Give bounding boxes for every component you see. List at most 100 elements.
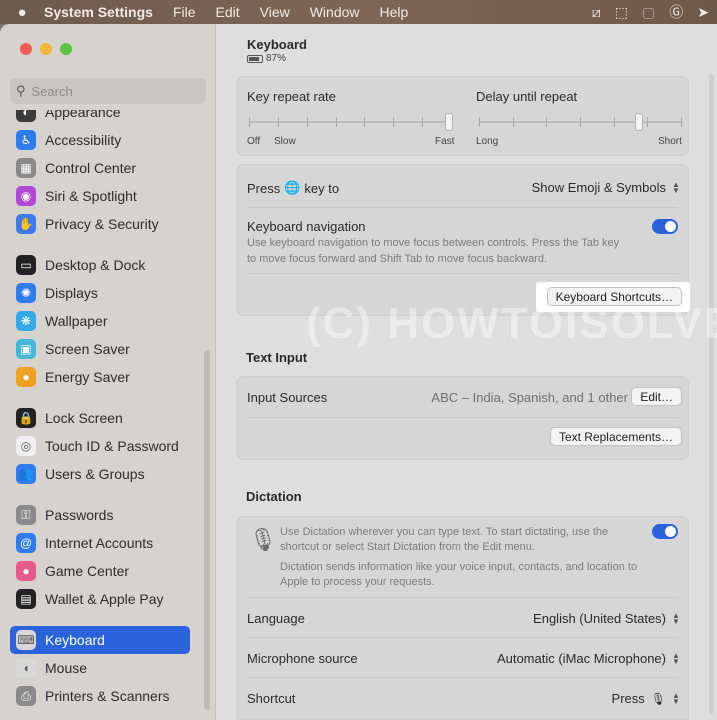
chevron-updown-icon: ▲ ▼ bbox=[672, 690, 680, 706]
microphone-source-popup[interactable]: Automatic (iMac Microphone) ▲ ▼ bbox=[497, 651, 680, 666]
sidebar-item-touch-id-password[interactable]: ◎ Touch ID & Password bbox=[10, 432, 190, 460]
dictation-desc-2: shortcut or select Start Dictation from … bbox=[280, 541, 535, 553]
sidebar-item-label: Accessibility bbox=[45, 132, 122, 148]
sidebar-item-control-center[interactable]: ▦ Control Center bbox=[10, 154, 190, 182]
microphone-source-value: Automatic (iMac Microphone) bbox=[496, 651, 666, 666]
screenshot-icon[interactable]: ⧄ bbox=[592, 4, 601, 21]
sidebar-item-game-center[interactable]: ● Game Center bbox=[10, 557, 190, 585]
sidebar-item-accessibility[interactable]: ♿ Accessibility bbox=[10, 126, 190, 154]
sidebar-item-label: Keyboard bbox=[45, 632, 105, 648]
slider-tick bbox=[249, 117, 250, 127]
sidebar-item-printers-scanners[interactable]: ⎙ Printers & Scanners bbox=[10, 682, 190, 710]
keyboard-shortcuts-button[interactable]: Keyboard Shortcuts… bbox=[546, 287, 682, 306]
dictation-toggle[interactable] bbox=[652, 524, 678, 539]
sidebar-item-label: Mouse bbox=[45, 660, 88, 676]
divider bbox=[247, 677, 678, 678]
slider-knob[interactable] bbox=[635, 113, 643, 131]
search-input[interactable] bbox=[31, 83, 192, 99]
sidebar-item-label: Printers & Scanners bbox=[45, 688, 170, 704]
control-center-icon: ▦ bbox=[16, 158, 36, 178]
sidebar: ⚲ ◐ Appearance ♿ Accessibility ▦ Control Cent… bbox=[0, 24, 216, 720]
sidebar-item-privacy-security[interactable]: ✋ Privacy & Security bbox=[10, 210, 190, 238]
sidebar-item-label: Users & Groups bbox=[45, 466, 145, 482]
input-sources-label: Input Sources bbox=[247, 390, 328, 405]
wallpaper-icon: ❋ bbox=[16, 311, 36, 331]
sidebar-item-wallet-apple-pay[interactable]: ▤ Wallet & Apple Pay bbox=[10, 585, 190, 613]
battery-status: 87% bbox=[247, 53, 286, 64]
zoom-window-button[interactable] bbox=[60, 43, 72, 55]
keyboard-options-panel: Press 🌐 key to Show Emoji & Symbols ▲ ▼ K… bbox=[236, 164, 690, 316]
toggle-knob bbox=[665, 526, 676, 537]
press-key-label-after: key to bbox=[304, 180, 340, 196]
sidebar-item-wallpaper[interactable]: ❋ Wallpaper bbox=[10, 307, 190, 335]
game-center-icon: ● bbox=[16, 561, 36, 581]
sidebar-item-keyboard[interactable]: ⌨ Keyboard bbox=[10, 626, 190, 654]
close-window-button[interactable] bbox=[20, 43, 32, 55]
sidebar-item-label: Wallet & Apple Pay bbox=[45, 591, 164, 607]
globe-icon: 🌐 bbox=[284, 180, 301, 195]
text-input-section-title: Text Input bbox=[246, 350, 308, 365]
main-scrollbar[interactable] bbox=[709, 74, 714, 714]
sidebar-item-internet-accounts[interactable]: @ Internet Accounts bbox=[10, 529, 190, 557]
delay-short: Short bbox=[658, 136, 682, 147]
minimize-window-button[interactable] bbox=[40, 43, 52, 55]
sidebar-item-passwords[interactable]: ⚿ Passwords bbox=[10, 501, 190, 529]
slider-knob[interactable] bbox=[445, 113, 453, 131]
sidebar-item-screen-saver[interactable]: ▣ Screen Saver bbox=[10, 335, 190, 363]
dictation-panel: 🎙 Use Dictation wherever you can type te… bbox=[236, 516, 689, 720]
window-icon[interactable]: ▢ bbox=[642, 4, 655, 21]
sidebar-item-energy-saver[interactable]: ● Energy Saver bbox=[10, 363, 190, 391]
divider bbox=[247, 273, 678, 274]
search-field[interactable]: ⚲ bbox=[10, 78, 206, 104]
share-icon[interactable]: ➤ bbox=[697, 4, 709, 21]
lock-screen-icon: 🔒 bbox=[16, 408, 36, 428]
press-key-popup[interactable]: Show Emoji & Symbols ▲ ▼ bbox=[532, 180, 680, 195]
accessibility-icon: ♿ bbox=[16, 130, 36, 150]
dictation-section-title: Dictation bbox=[246, 489, 302, 504]
apple-menu-icon[interactable]: ● bbox=[0, 4, 44, 21]
delay-long: Long bbox=[476, 136, 499, 147]
menu-app-name[interactable]: System Settings bbox=[44, 4, 153, 20]
shortcut-popup[interactable]: Press 🎙 ▲ ▼ bbox=[612, 691, 680, 706]
language-value: English (United States) bbox=[533, 611, 666, 626]
sidebar-item-desktop-dock[interactable]: ▭ Desktop & Dock bbox=[10, 251, 190, 279]
key-repeat-slider[interactable] bbox=[249, 113, 453, 131]
toggle-knob bbox=[665, 221, 676, 232]
sidebar-item-label: Siri & Spotlight bbox=[45, 188, 137, 204]
menu-help[interactable]: Help bbox=[380, 4, 409, 20]
slider-track bbox=[479, 121, 683, 123]
divider bbox=[247, 637, 678, 638]
input-sources-value: ABC – India, Spanish, and 1 other bbox=[431, 390, 628, 405]
crop-icon[interactable]: ⬚ bbox=[615, 4, 628, 21]
title-bar: Keyboard 87% bbox=[216, 24, 717, 72]
appearance-icon: ◐ bbox=[16, 110, 36, 122]
internet-accounts-icon: @ bbox=[16, 533, 36, 553]
grammarly-icon[interactable]: Ⓖ bbox=[669, 2, 683, 22]
language-label: Language bbox=[247, 611, 305, 626]
text-replacements-button[interactable]: Text Replacements… bbox=[549, 427, 682, 446]
sidebar-item-displays[interactable]: ✺ Displays bbox=[10, 279, 190, 307]
sidebar-item-siri-spotlight[interactable]: ◉ Siri & Spotlight bbox=[10, 182, 190, 210]
language-popup[interactable]: English (United States) ▲ ▼ bbox=[533, 611, 680, 626]
keyboard-navigation-toggle[interactable] bbox=[652, 219, 678, 234]
input-sources-edit-button[interactable]: Edit… bbox=[631, 387, 682, 406]
siri-spotlight-icon: ◉ bbox=[16, 186, 36, 206]
sidebar-item-lock-screen[interactable]: 🔒 Lock Screen bbox=[10, 404, 190, 432]
sidebar-item-users-groups[interactable]: 👥 Users & Groups bbox=[10, 460, 190, 488]
sidebar-item-label: Wallpaper bbox=[45, 313, 108, 329]
sidebar-item-mouse[interactable]: ◖ Mouse bbox=[10, 654, 190, 682]
menu-view[interactable]: View bbox=[260, 4, 290, 20]
slider-tick bbox=[306, 117, 308, 127]
menu-window[interactable]: Window bbox=[310, 4, 360, 20]
press-key-value: Show Emoji & Symbols bbox=[531, 180, 666, 195]
microphone-icon: 🎙 bbox=[249, 527, 277, 552]
menu-file[interactable]: File bbox=[173, 4, 196, 20]
energy-saver-icon: ● bbox=[16, 367, 36, 387]
sidebar-scrollbar[interactable] bbox=[204, 350, 210, 710]
sidebar-item-label: Screen Saver bbox=[45, 341, 130, 357]
wallet-apple-pay-icon: ▤ bbox=[16, 589, 36, 609]
delay-repeat-slider[interactable] bbox=[479, 113, 683, 131]
menu-edit[interactable]: Edit bbox=[216, 4, 240, 20]
slider-tick bbox=[546, 117, 548, 127]
settings-window: ⚲ ◐ Appearance ♿ Accessibility ▦ Control Cent… bbox=[0, 24, 717, 720]
